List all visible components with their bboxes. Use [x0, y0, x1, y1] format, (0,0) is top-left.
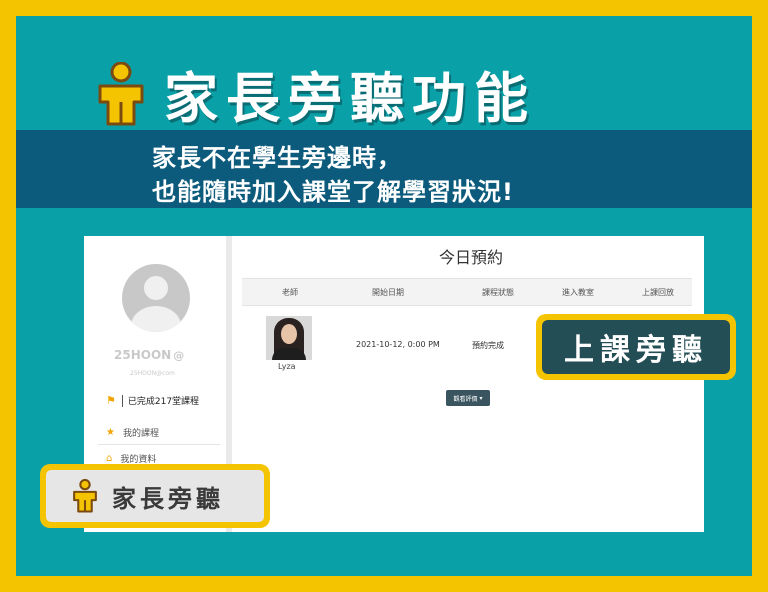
lesson-date: 2021-10-12, 0:00 PM — [356, 340, 440, 349]
lesson-status: 預約完成 — [472, 341, 504, 350]
teacher-photo[interactable] — [266, 316, 312, 360]
column-header-start-date: 開始日期 — [372, 288, 404, 297]
completed-text: 已完成217堂課程 — [127, 397, 200, 407]
column-header-replay: 上課回放 — [642, 288, 674, 297]
column-header-enter-classroom: 進入教室 — [562, 288, 594, 297]
person-icon — [70, 478, 100, 513]
page-title: 今日預約 — [438, 248, 503, 267]
home-icon: ⌂ — [106, 453, 113, 464]
parent-listen-button[interactable]: 家長旁聽 — [46, 470, 264, 522]
sidebar-item-my-courses[interactable]: ★ 我的課程 — [106, 426, 159, 439]
table-header: 老師 開始日期 課程狀態 進入教室 上課回放 — [242, 278, 692, 306]
parent-listen-label: 家長旁聽 — [112, 484, 224, 513]
flag-icon: ⚑ — [106, 394, 116, 407]
avatar[interactable] — [122, 264, 190, 332]
main-content: 今日預約 老師 開始日期 課程狀態 進入教室 上課回放 Lyza 2021-10… — [238, 236, 704, 532]
person-icon — [92, 61, 150, 126]
headline: 家長旁聽功能 — [164, 67, 536, 130]
subheadline-line-1: 家長不在學生旁邊時， — [152, 144, 402, 172]
user-email: 25HOON@com — [130, 370, 175, 377]
teacher-body — [272, 348, 306, 360]
column-header-teacher: 老師 — [282, 288, 298, 297]
username-text: 25HOON — [114, 348, 172, 362]
at-icon: @ — [173, 349, 185, 362]
sidebar-divider — [98, 444, 220, 445]
subheadline-line-2: 也能隨時加入課堂了解學習狀況! — [152, 178, 514, 206]
headline-row: 家長旁聽功能 — [92, 54, 536, 133]
teacher-face — [281, 324, 297, 344]
avatar-head — [144, 276, 168, 300]
divider — [121, 394, 123, 407]
username: 25HOON @ — [114, 348, 184, 362]
attend-class-button[interactable]: 上課旁聽 — [542, 320, 730, 374]
attend-class-callout[interactable]: 上課旁聽 — [536, 314, 736, 380]
teacher-name: Lyza — [278, 362, 296, 371]
avatar-shoulders — [131, 306, 181, 332]
star-icon: ★ — [106, 427, 115, 438]
sidebar-item-label: 我的課程 — [122, 429, 159, 439]
parent-listen-callout[interactable]: 家長旁聽 — [40, 464, 270, 528]
view-review-button[interactable]: 觀看評價 ▾ — [446, 390, 490, 406]
view-review-label: 觀看評價 — [453, 395, 478, 403]
chevron-down-icon: ▾ — [479, 394, 483, 402]
column-header-status: 課程狀態 — [482, 288, 514, 297]
completed-count: ⚑ 已完成217堂課程 — [106, 394, 199, 407]
